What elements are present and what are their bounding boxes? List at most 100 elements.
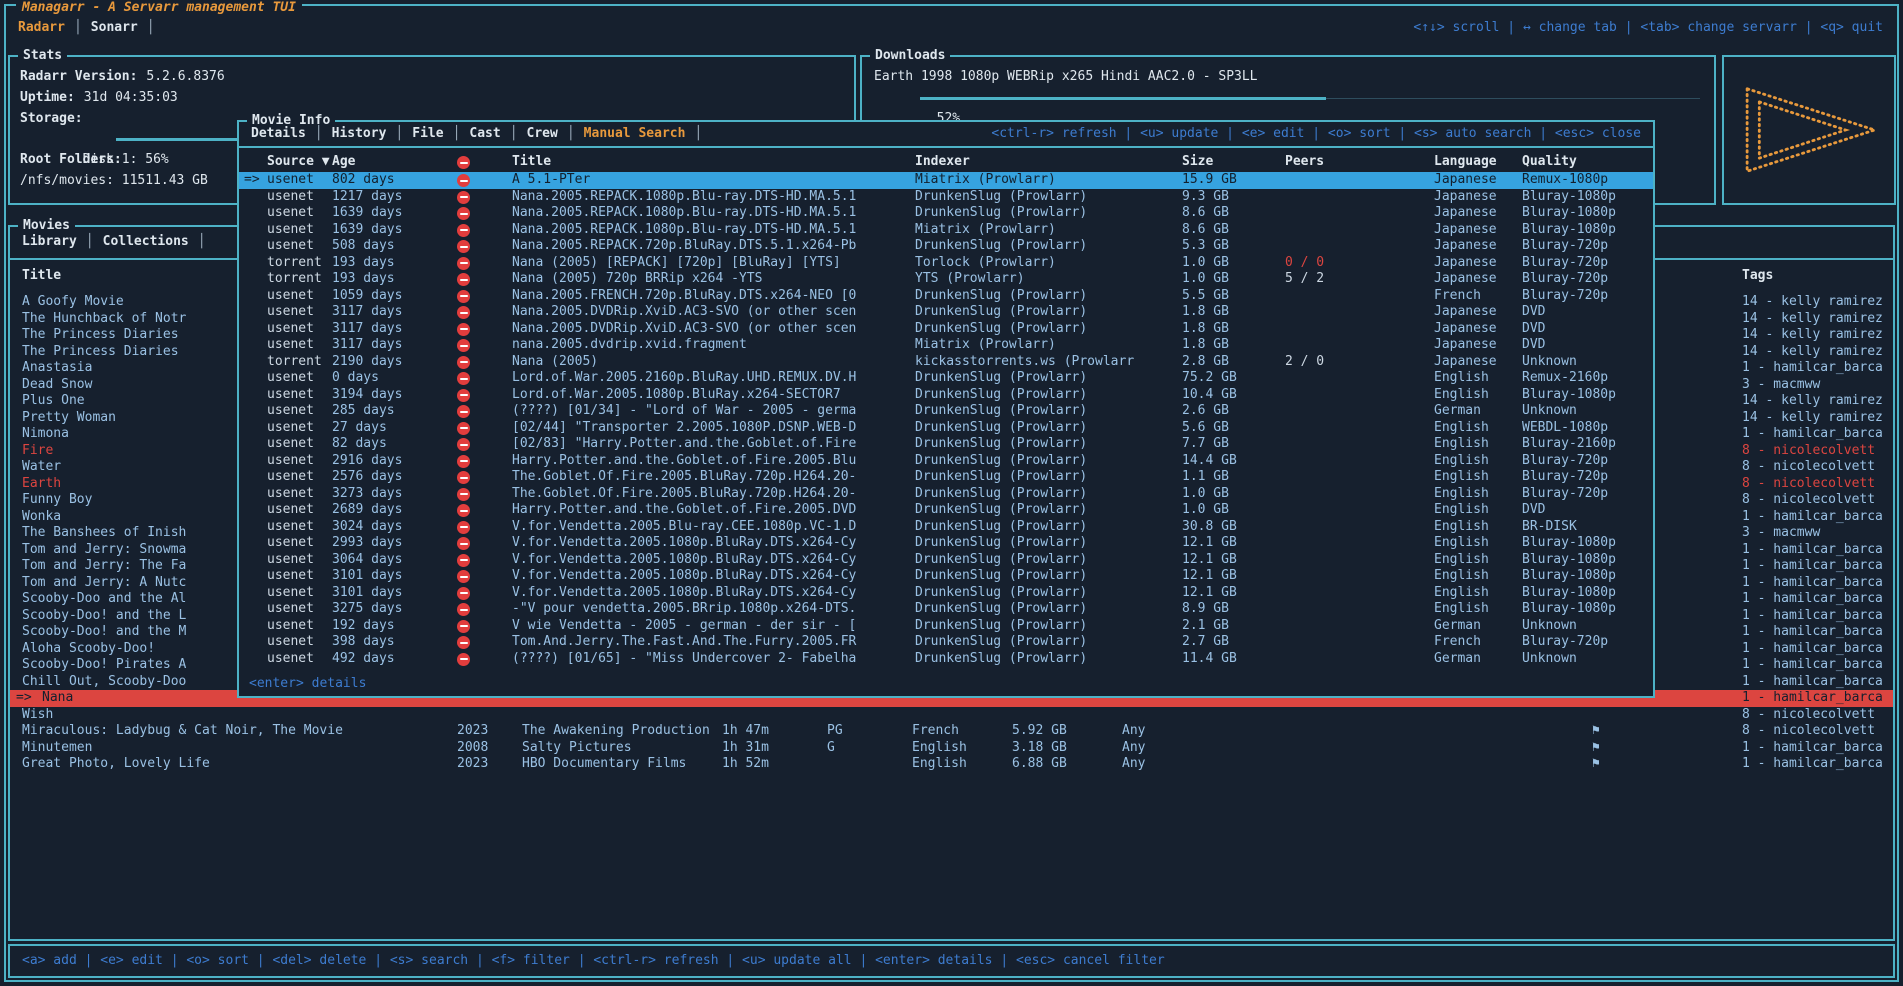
movie-title: Nana (42, 690, 73, 707)
release-language: Japanese (1434, 172, 1497, 189)
release-size: 2.6 GB (1182, 403, 1229, 420)
movie-info-tabs: Details History File Cast Crew Manual Search (249, 126, 709, 141)
release-source: usenet (267, 304, 314, 321)
search-result-row[interactable]: torrent 193 days Nana (2005) 720p BRRip … (239, 271, 1653, 288)
search-result-row[interactable]: usenet 1059 days Nana.2005.FRENCH.720p.B… (239, 288, 1653, 305)
search-result-row[interactable]: torrent 2190 days Nana (2005) kickasstor… (239, 354, 1653, 371)
search-table-header: Source ▼ Age Title Indexer Size Peers La… (239, 154, 1653, 171)
release-age: 0 days (332, 370, 379, 387)
column-header-source[interactable]: Source ▼ (267, 154, 330, 171)
movie-runtime: 1h 47m (722, 723, 769, 740)
movie-title: A Goofy Movie (22, 294, 124, 311)
stat-uptime: Uptime:31d 04:35:03 (20, 88, 846, 109)
release-age: 508 days (332, 238, 395, 255)
search-result-row[interactable]: usenet 1639 days Nana.2005.REPACK.1080p.… (239, 222, 1653, 239)
release-age: 3275 days (332, 601, 402, 618)
movie-row[interactable]: Minutemen 2008 Salty Pictures 1h 31m G E… (10, 740, 1893, 757)
release-quality: Bluray-720p (1522, 238, 1608, 255)
rejected-icon (457, 587, 470, 600)
movie-row[interactable]: Miraculous: Ladybug & Cat Noir, The Movi… (10, 723, 1893, 740)
movie-info-tab[interactable]: Manual Search (582, 126, 688, 141)
search-result-row[interactable]: usenet 492 days (????) [01/65] - "Miss U… (239, 651, 1653, 668)
movie-row[interactable]: Great Photo, Lovely Life 2023 HBO Docume… (10, 756, 1893, 773)
servarr-tabs: Radarr Sonarr (16, 20, 162, 35)
movie-info-footer-hint: <enter> details (249, 676, 366, 692)
search-result-row[interactable]: usenet 3194 days Lord.of.War.2005.1080p.… (239, 387, 1653, 404)
search-result-row[interactable]: usenet 2689 days Harry.Potter.and.the.Go… (239, 502, 1653, 519)
search-result-row[interactable]: usenet 1217 days Nana.2005.REPACK.1080p.… (239, 189, 1653, 206)
release-size: 1.0 GB (1182, 502, 1229, 519)
search-result-row[interactable]: usenet 82 days [02/83] "Harry.Potter.and… (239, 436, 1653, 453)
managarr-screen: Managarr - A Servarr management TUI Rada… (0, 0, 1903, 986)
search-result-row[interactable]: usenet 398 days Tom.And.Jerry.The.Fast.A… (239, 634, 1653, 651)
search-result-row[interactable]: usenet 192 days V wie Vendetta - 2005 - … (239, 618, 1653, 635)
release-language: Japanese (1434, 255, 1497, 272)
movie-rating: PG (827, 723, 843, 740)
servarr-tab[interactable]: Radarr (16, 20, 67, 35)
movie-info-tab[interactable]: Cast (467, 126, 502, 141)
servarr-tab[interactable]: Sonarr (89, 20, 140, 35)
release-age: 3117 days (332, 321, 402, 338)
search-result-row[interactable]: usenet 2993 days V.for.Vendetta.2005.108… (239, 535, 1653, 552)
release-size: 1.8 GB (1182, 321, 1229, 338)
movies-tab[interactable]: Collections (101, 234, 191, 249)
search-result-row[interactable]: usenet 1639 days Nana.2005.REPACK.1080p.… (239, 205, 1653, 222)
movie-runtime: 1h 31m (722, 740, 769, 757)
search-result-row[interactable]: torrent 193 days Nana (2005) [REPACK] [7… (239, 255, 1653, 272)
release-language: English (1434, 601, 1489, 618)
release-size: 75.2 GB (1182, 370, 1237, 387)
release-title: [02/83] "Harry.Potter.and.the.Goblet.of.… (512, 436, 856, 453)
column-header-language[interactable]: Language (1434, 154, 1497, 171)
movie-info-tab[interactable]: History (330, 126, 389, 141)
release-quality: Bluray-1080p (1522, 222, 1616, 239)
search-result-row[interactable]: usenet 2576 days The.Goblet.Of.Fire.2005… (239, 469, 1653, 486)
release-age: 2576 days (332, 469, 402, 486)
search-result-row[interactable]: usenet 0 days Lord.of.War.2005.2160p.Blu… (239, 370, 1653, 387)
release-language: English (1434, 502, 1489, 519)
movie-info-tab[interactable]: File (410, 126, 445, 141)
release-source: usenet (267, 552, 314, 569)
release-quality: DVD (1522, 502, 1545, 519)
search-result-row[interactable]: usenet 3117 days Nana.2005.DVDRip.XviD.A… (239, 304, 1653, 321)
search-result-row[interactable]: usenet 3064 days V.for.Vendetta.2005.108… (239, 552, 1653, 569)
movie-row[interactable]: Wish 8 - nicolecolvett (10, 707, 1893, 724)
release-source: usenet (267, 321, 314, 338)
search-result-row[interactable]: usenet 3273 days The.Goblet.Of.Fire.2005… (239, 486, 1653, 503)
search-result-row[interactable]: usenet 3024 days V.for.Vendetta.2005.Blu… (239, 519, 1653, 536)
search-result-row[interactable]: usenet 27 days [02/44] "Transporter 2.20… (239, 420, 1653, 437)
column-header-release-title[interactable]: Title (512, 154, 551, 171)
rejected-icon (457, 455, 470, 468)
tab-separator-icon (140, 20, 162, 35)
column-header-indexer[interactable]: Indexer (915, 154, 970, 171)
movie-quality-profile: Any (1122, 740, 1145, 757)
release-language: Japanese (1434, 337, 1497, 354)
rejected-icon (457, 521, 470, 534)
column-header-size[interactable]: Size (1182, 154, 1213, 171)
release-language: English (1434, 585, 1489, 602)
release-indexer: DrunkenSlug (Prowlarr) (915, 585, 1087, 602)
release-size: 1.8 GB (1182, 304, 1229, 321)
column-header-age[interactable]: Age (332, 154, 355, 171)
search-result-row[interactable]: => usenet 802 days A 5.1-PTer Miatrix (P… (239, 172, 1653, 189)
release-language: English (1434, 469, 1489, 486)
release-size: 5.6 GB (1182, 420, 1229, 437)
search-result-row[interactable]: usenet 3117 days Nana.2005.DVDRip.XviD.A… (239, 321, 1653, 338)
search-result-row[interactable]: usenet 3101 days V.for.Vendetta.2005.108… (239, 585, 1653, 602)
search-result-row[interactable]: usenet 3117 days nana.2005.dvdrip.xvid.f… (239, 337, 1653, 354)
search-result-row[interactable]: usenet 508 days Nana.2005.REPACK.720p.Bl… (239, 238, 1653, 255)
movie-rating: G (827, 740, 835, 757)
movie-info-tab[interactable]: Details (249, 126, 308, 141)
search-result-row[interactable]: usenet 3275 days -"V pour vendetta.2005.… (239, 601, 1653, 618)
release-title: Harry.Potter.and.the.Goblet.of.Fire.2005… (512, 453, 856, 470)
search-result-row[interactable]: usenet 285 days (????) [01/34] - "Lord o… (239, 403, 1653, 420)
movie-tags: 1 - hamilcar_barca (1742, 509, 1883, 526)
column-header-peers[interactable]: Peers (1285, 154, 1324, 171)
release-size: 12.1 GB (1182, 568, 1237, 585)
movie-studio: The Awakening Production (522, 723, 710, 740)
movies-tab[interactable]: Library (20, 234, 79, 249)
release-source: usenet (267, 585, 314, 602)
movie-info-tab[interactable]: Crew (525, 126, 560, 141)
search-result-row[interactable]: usenet 2916 days Harry.Potter.and.the.Go… (239, 453, 1653, 470)
search-result-row[interactable]: usenet 3101 days V.for.Vendetta.2005.108… (239, 568, 1653, 585)
column-header-quality[interactable]: Quality (1522, 154, 1577, 171)
